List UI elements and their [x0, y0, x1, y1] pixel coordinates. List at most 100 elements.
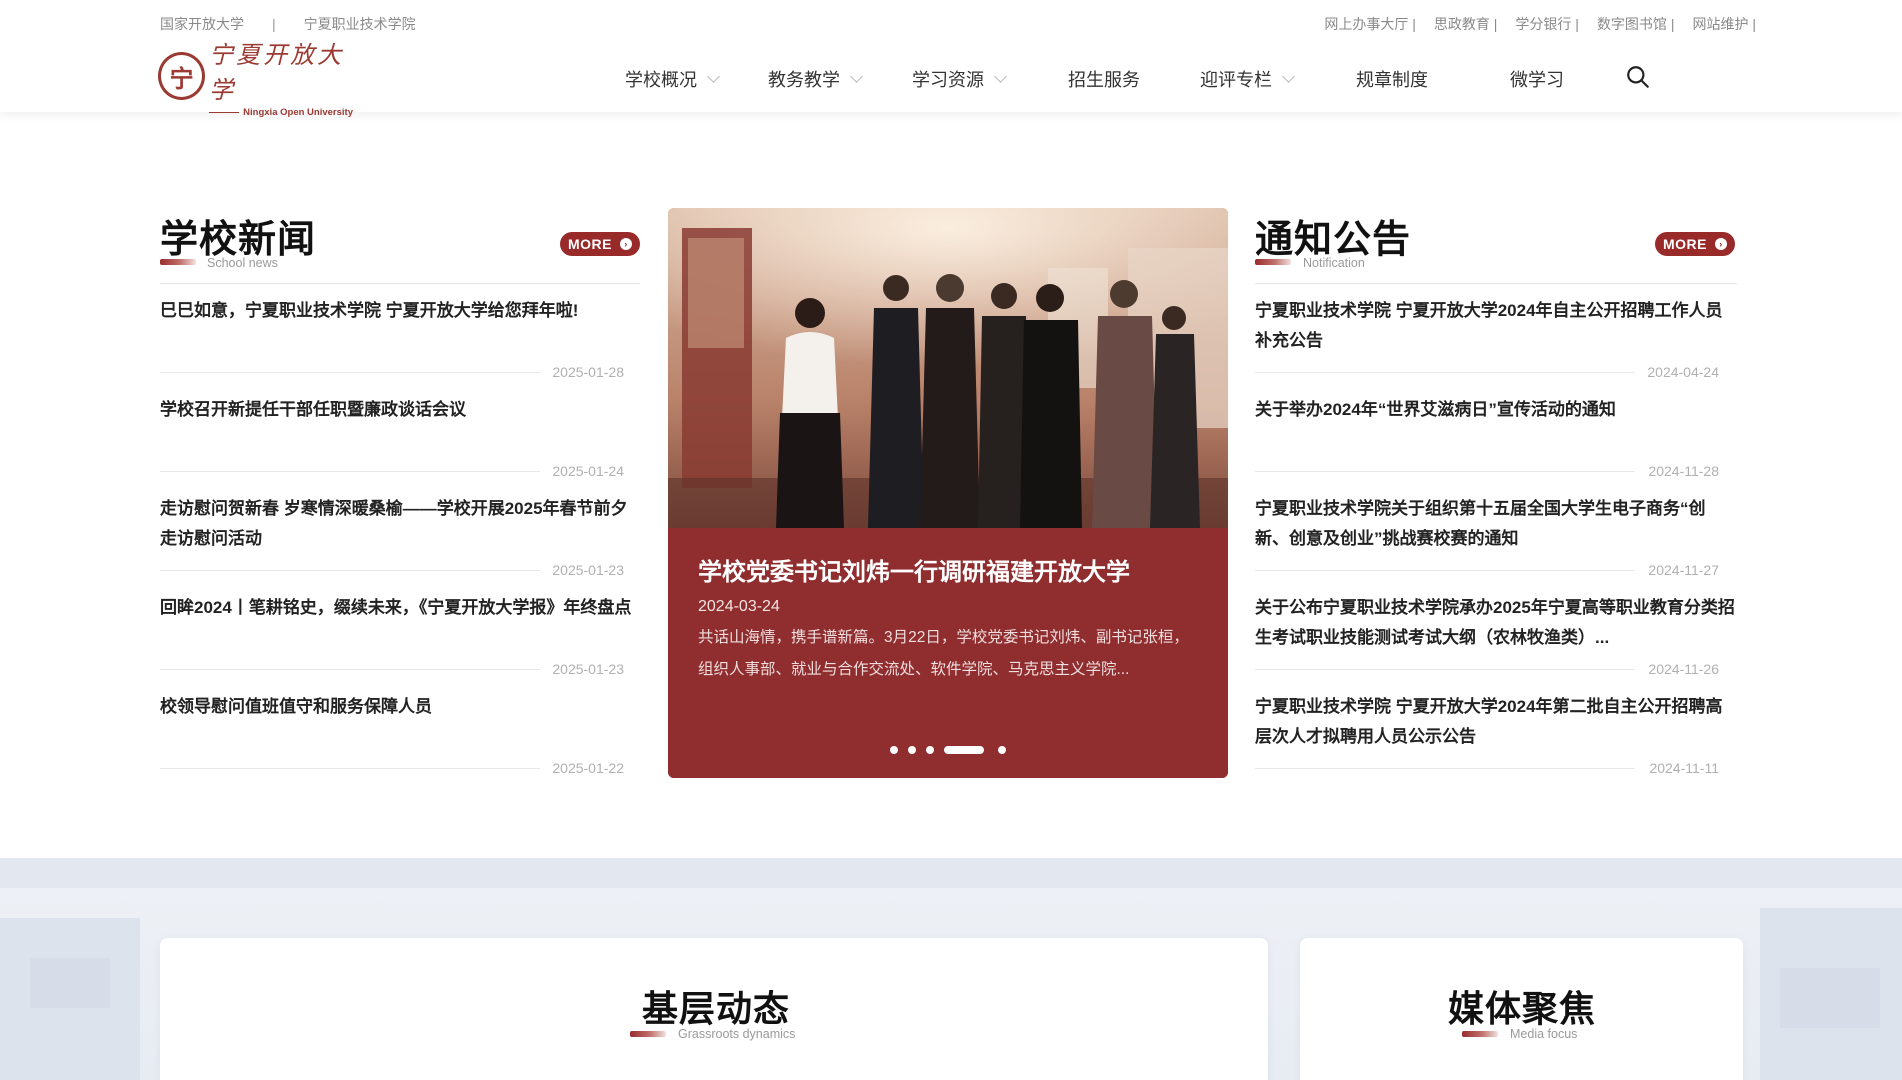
news-date-row: 2025-01-24	[160, 463, 640, 483]
notices-subtitle: Notification	[1303, 256, 1365, 270]
link-national-open-university[interactable]: 国家开放大学	[160, 14, 244, 34]
nav-item-admissions[interactable]: 招生服务	[1068, 66, 1140, 92]
notice-date-row: 2024-04-24	[1255, 364, 1735, 384]
divider	[1255, 669, 1635, 670]
notice-title[interactable]: 关于举办2024年“世界艾滋病日”宣传活动的通知	[1255, 395, 1735, 425]
media-subtitle: Media focus	[1510, 1027, 1578, 1041]
news-title[interactable]: 走访慰问贺新春 岁寒情深暖桑榆——学校开展2025年春节前夕走访慰问活动	[160, 494, 640, 554]
nav-item-evaluation-column[interactable]: 迎评专栏	[1200, 66, 1295, 92]
notice-date: 2024-11-28	[1648, 463, 1719, 479]
news-title[interactable]: 校领导慰问值班值守和服务保障人员	[160, 692, 640, 722]
quick-links: 网上办事大厅 | 思政教育 | 学分银行 | 数字图书馆 | 网站维护 |	[1324, 14, 1756, 34]
partner-links: 国家开放大学 | 宁夏职业技术学院	[160, 14, 416, 34]
divider	[160, 283, 640, 284]
notice-date-row: 2024-11-11	[1255, 760, 1735, 780]
title-accent-bar	[1255, 259, 1291, 265]
nav-label: 学校概况	[625, 70, 697, 90]
chevron-down-icon	[850, 69, 863, 83]
more-label: MORE	[1663, 236, 1707, 252]
title-accent-bar	[630, 1031, 666, 1037]
divider	[160, 669, 540, 670]
carousel-title[interactable]: 学校党委书记刘炜一行调研福建开放大学	[698, 556, 1198, 590]
notice-item[interactable]: 关于举办2024年“世界艾滋病日”宣传活动的通知 2024-11-28	[1255, 395, 1735, 494]
news-title[interactable]: 回眸2024丨笔耕铭史，缀续未来，《宁夏开放大学报》年终盘点	[160, 593, 640, 623]
news-date-row: 2025-01-23	[160, 562, 640, 582]
news-date: 2025-01-22	[552, 760, 624, 776]
nav-label: 迎评专栏	[1200, 70, 1272, 90]
notice-title[interactable]: 宁夏职业技术学院 宁夏开放大学2024年自主公开招聘工作人员补充公告	[1255, 296, 1735, 356]
chevron-down-icon	[1282, 69, 1295, 83]
news-item[interactable]: 巳巳如意，宁夏职业技术学院 宁夏开放大学给您拜年啦! 2025-01-28	[160, 296, 640, 395]
carousel-caption: 学校党委书记刘炜一行调研福建开放大学 2024-03-24 共话山海情，携手谱新…	[668, 528, 1228, 778]
news-date: 2025-01-24	[552, 463, 624, 479]
more-label: MORE	[568, 236, 612, 252]
carousel-description: 共话山海情，携手谱新篇。3月22日，学校党委书记刘炜、副书记张桓，组织人事部、就…	[698, 629, 1189, 678]
divider	[160, 570, 540, 571]
school-news-subtitle: School news	[207, 256, 278, 270]
carousel-photo[interactable]	[668, 208, 1228, 528]
notice-item[interactable]: 宁夏职业技术学院 宁夏开放大学2024年第二批自主公开招聘高层次人才拟聘用人员公…	[1255, 692, 1735, 791]
news-title[interactable]: 巳巳如意，宁夏职业技术学院 宁夏开放大学给您拜年啦!	[160, 296, 640, 326]
separator: |	[272, 16, 276, 32]
link-ningxia-vocational-college[interactable]: 宁夏职业技术学院	[304, 14, 416, 34]
nav-item-micro-learning[interactable]: 微学习	[1510, 66, 1564, 92]
carousel-dot-active[interactable]	[944, 746, 984, 754]
notice-item[interactable]: 宁夏职业技术学院 宁夏开放大学2024年自主公开招聘工作人员补充公告 2024-…	[1255, 296, 1735, 395]
notice-title[interactable]: 关于公布宁夏职业技术学院承办2025年宁夏高等职业教育分类招生考试职业技能测试考…	[1255, 593, 1735, 653]
carousel-dot[interactable]	[908, 746, 916, 754]
news-date: 2025-01-28	[552, 364, 624, 380]
search-icon[interactable]	[1625, 64, 1651, 90]
divider	[160, 471, 540, 472]
nav-label: 微学习	[1510, 70, 1564, 90]
notice-title[interactable]: 宁夏职业技术学院关于组织第十五届全国大学生电子商务“创新、创意及创业”挑战赛校赛…	[1255, 494, 1735, 554]
link-online-hall[interactable]: 网上办事大厅 |	[1324, 14, 1416, 34]
grassroots-subtitle: Grassroots dynamics	[678, 1027, 796, 1041]
carousel-date: 2024-03-24	[698, 598, 780, 615]
main-header: 宁 宁夏开放大学 Ningxia Open University 学校概况 教务…	[0, 41, 1902, 118]
notice-title[interactable]: 宁夏职业技术学院 宁夏开放大学2024年第二批自主公开招聘高层次人才拟聘用人员公…	[1255, 692, 1735, 752]
divider	[1255, 372, 1635, 373]
nav-item-learning-resources[interactable]: 学习资源	[912, 66, 1007, 92]
news-title[interactable]: 学校召开新提任干部任职暨廉政谈话会议	[160, 395, 640, 425]
news-date-row: 2025-01-22	[160, 760, 640, 780]
chevron-down-icon	[707, 69, 720, 83]
arrow-right-icon: ›	[1715, 238, 1727, 250]
news-item[interactable]: 学校召开新提任干部任职暨廉政谈话会议 2025-01-24	[160, 395, 640, 494]
title-accent-bar	[1462, 1031, 1498, 1037]
chevron-down-icon	[994, 69, 1007, 83]
news-date-row: 2025-01-23	[160, 661, 640, 681]
carousel-dot[interactable]	[998, 746, 1006, 754]
news-item[interactable]: 回眸2024丨笔耕铭史，缀续未来，《宁夏开放大学报》年终盘点 2025-01-2…	[160, 593, 640, 692]
news-carousel[interactable]: 学校党委书记刘炜一行调研福建开放大学 2024-03-24 共话山海情，携手谱新…	[668, 208, 1228, 778]
school-news-more-button[interactable]: MORE ›	[560, 232, 640, 256]
news-item[interactable]: 走访慰问贺新春 岁寒情深暖桑榆——学校开展2025年春节前夕走访慰问活动 202…	[160, 494, 640, 593]
notice-date: 2024-11-11	[1649, 760, 1719, 776]
divider	[160, 372, 540, 373]
nav-item-regulations[interactable]: 规章制度	[1356, 66, 1428, 92]
notice-date: 2024-11-26	[1648, 661, 1719, 677]
link-ideological-education[interactable]: 思政教育 |	[1434, 14, 1498, 34]
nav-item-teaching[interactable]: 教务教学	[768, 66, 863, 92]
arrow-right-icon: ›	[620, 238, 632, 250]
media-focus-card: 媒体聚焦 Media focus	[1300, 938, 1743, 1080]
nav-label: 学习资源	[912, 70, 984, 90]
notice-date: 2024-04-24	[1647, 364, 1719, 380]
grassroots-dynamics-card: 基层动态 Grassroots dynamics	[160, 938, 1268, 1080]
notice-item[interactable]: 宁夏职业技术学院关于组织第十五届全国大学生电子商务“创新、创意及创业”挑战赛校赛…	[1255, 494, 1735, 593]
carousel-dot[interactable]	[890, 746, 898, 754]
grassroots-title: 基层动态	[642, 988, 791, 1029]
link-credit-bank[interactable]: 学分银行 |	[1515, 14, 1579, 34]
link-site-maintenance[interactable]: 网站维护 |	[1692, 14, 1756, 34]
notice-item[interactable]: 关于公布宁夏职业技术学院承办2025年宁夏高等职业教育分类招生考试职业技能测试考…	[1255, 593, 1735, 692]
carousel-dot[interactable]	[926, 746, 934, 754]
notices-title: 通知公告	[1255, 219, 1412, 261]
link-digital-library[interactable]: 数字图书馆 |	[1597, 14, 1675, 34]
notices-more-button[interactable]: MORE ›	[1655, 232, 1735, 256]
notice-date-row: 2024-11-26	[1255, 661, 1735, 681]
news-date: 2025-01-23	[552, 562, 624, 578]
divider	[160, 768, 540, 769]
school-news-title: 学校新闻	[160, 219, 317, 261]
news-item[interactable]: 校领导慰问值班值守和服务保障人员 2025-01-22	[160, 692, 640, 791]
nav-item-school-overview[interactable]: 学校概况	[625, 66, 720, 92]
notice-date-row: 2024-11-27	[1255, 562, 1735, 582]
